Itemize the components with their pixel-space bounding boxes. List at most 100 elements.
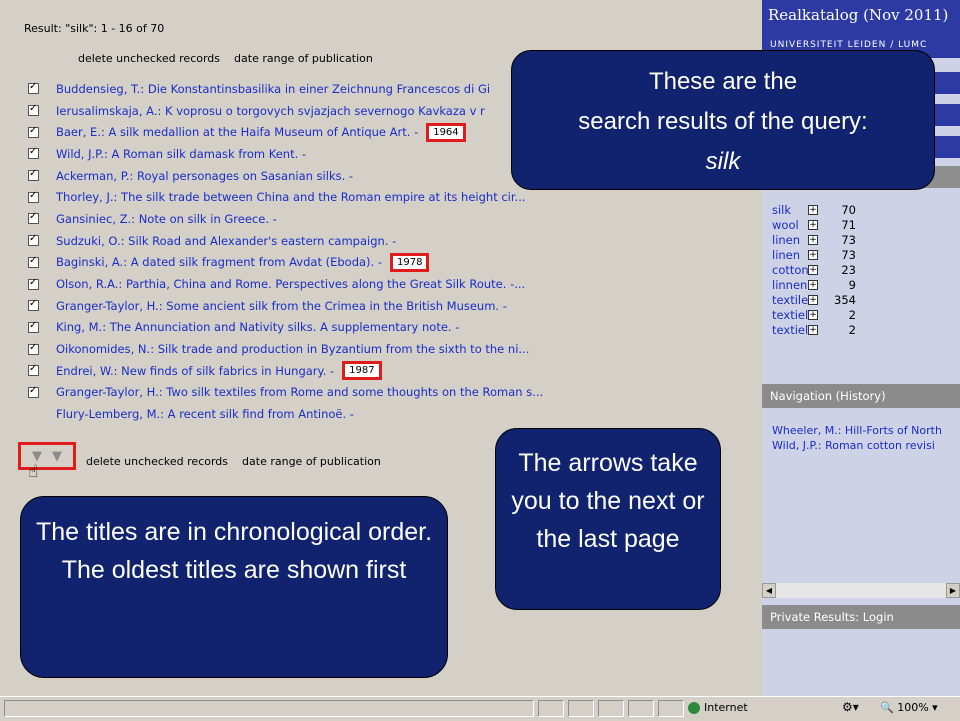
term-count: 73 <box>841 248 856 263</box>
term-link[interactable]: textiel <box>772 308 808 322</box>
status-cell-4 <box>628 700 654 717</box>
list-item: silk +70 <box>772 203 952 218</box>
callout-results-line2: search results of the query: <box>578 108 868 135</box>
history-link[interactable]: Wheeler, M.: Hill-Forts of North <box>772 424 942 439</box>
expand-plus-icon[interactable]: + <box>808 220 818 231</box>
date-range-button-bottom[interactable]: date range of publication <box>242 455 381 468</box>
status-cell-2 <box>568 700 594 717</box>
term-link[interactable]: silk <box>772 203 808 217</box>
zone-label: Internet <box>704 701 748 714</box>
record-title-link[interactable]: Granger-Taylor, H.: Some ancient silk fr… <box>56 299 507 313</box>
sidebar-horizontal-scrollbar[interactable]: ◀ ▶ <box>762 583 960 598</box>
bottom-actions: delete unchecked records date range of p… <box>86 455 381 468</box>
record-checkbox[interactable] <box>28 81 39 95</box>
record-checkbox[interactable] <box>28 385 39 398</box>
callout-arrows: The arrows take you to the next or the l… <box>495 428 721 610</box>
scroll-left-icon[interactable]: ◀ <box>762 583 776 598</box>
list-item: linen +73 <box>772 248 952 263</box>
protected-mode-icon[interactable]: ⚙▾ <box>842 700 859 714</box>
term-link[interactable]: textile <box>772 293 808 307</box>
record-title-link[interactable]: Olson, R.A.: Parthia, China and Rome. Pe… <box>56 277 525 291</box>
record-checkbox[interactable] <box>28 363 39 377</box>
record-checkbox[interactable] <box>28 298 39 312</box>
status-text-area <box>4 700 534 717</box>
last-page-arrow-icon[interactable]: ▼ <box>52 449 62 464</box>
record-checkbox[interactable] <box>28 342 39 355</box>
record-checkbox[interactable] <box>28 233 39 247</box>
expand-plus-icon[interactable]: + <box>808 324 818 335</box>
scroll-right-icon[interactable]: ▶ <box>946 583 960 598</box>
term-count: 71 <box>841 218 856 233</box>
table-row: Gansiniec, Z.: Note on silk in Greece. - <box>28 208 748 230</box>
delete-unchecked-button-top[interactable]: delete unchecked records <box>78 52 220 65</box>
callout-results-query: silk <box>705 148 741 175</box>
table-row: Oikonomides, N.: Silk trade and producti… <box>28 338 748 360</box>
callout-search-results: These are the search results of the quer… <box>511 50 935 190</box>
record-title-link[interactable]: Flury-Lemberg, M.: A recent silk find fr… <box>56 407 354 421</box>
expand-plus-icon[interactable]: + <box>808 294 818 305</box>
record-title-link[interactable]: Endrei, W.: New finds of silk fabrics in… <box>56 364 334 378</box>
browser-status-bar: Internet ⚙▾ 🔍 100% ▾ <box>0 696 960 721</box>
publication-year-badge: 1987 <box>342 361 382 381</box>
record-title-link[interactable]: Granger-Taylor, H.: Two silk textiles fr… <box>56 385 543 399</box>
term-count: 73 <box>841 233 856 248</box>
record-checkbox[interactable] <box>28 190 39 203</box>
term-link[interactable]: cotton <box>772 263 809 277</box>
term-count: 354 <box>834 292 856 307</box>
record-title-link[interactable]: Ackerman, P.: Royal personages on Sasani… <box>56 169 353 183</box>
table-row: Endrei, W.: New finds of silk fabrics in… <box>28 360 748 382</box>
record-checkbox[interactable] <box>28 255 39 268</box>
record-checkbox[interactable] <box>28 211 39 225</box>
record-checkbox[interactable] <box>28 146 39 160</box>
term-link[interactable]: linen <box>772 233 808 247</box>
record-title-link[interactable]: Thorley, J.: The silk trade between Chin… <box>56 190 526 204</box>
callout-chronological: The titles are in chronological order. T… <box>20 496 448 678</box>
term-link[interactable]: linnen <box>772 278 808 292</box>
list-item: textile +354 <box>772 292 952 307</box>
expand-plus-icon[interactable]: + <box>808 205 818 216</box>
term-count: 70 <box>841 203 856 218</box>
expand-plus-icon[interactable]: + <box>808 235 818 246</box>
record-title-link[interactable]: Sudzuki, O.: Silk Road and Alexander's e… <box>56 234 396 248</box>
publication-year-badge: 1978 <box>390 252 430 272</box>
private-results-login[interactable]: Private Results: Login <box>762 605 960 629</box>
record-checkbox[interactable] <box>28 168 39 182</box>
record-title-link[interactable]: Gansiniec, Z.: Note on silk in Greece. - <box>56 212 277 226</box>
record-checkbox[interactable] <box>28 125 39 138</box>
security-zone: Internet <box>688 701 748 714</box>
record-title-link[interactable]: Baginski, A.: A dated silk fragment from… <box>56 255 382 269</box>
record-title-link[interactable]: Ierusalimskaja, A.: K voprosu o torgovyc… <box>56 104 485 118</box>
term-count: 2 <box>848 322 856 337</box>
term-link[interactable]: textiel <box>772 323 808 337</box>
result-count-header: Result: "silk": 1 - 16 of 70 <box>24 22 165 35</box>
navigation-history-list: Wheeler, M.: Hill-Forts of North Wild, J.… <box>772 424 942 454</box>
navigation-history-header: Navigation (History) <box>762 384 960 408</box>
record-title-link[interactable]: King, M.: The Annunciation and Nativity … <box>56 320 459 334</box>
page-arrows: ▼ ▼ <box>18 442 76 470</box>
table-row: King, M.: The Annunciation and Nativity … <box>28 317 748 339</box>
record-checkbox[interactable] <box>28 277 39 290</box>
term-link[interactable]: linen <box>772 248 808 262</box>
expand-plus-icon[interactable]: + <box>808 279 818 290</box>
publication-year-badge: 1964 <box>426 122 466 142</box>
record-title-link[interactable]: Oikonomides, N.: Silk trade and producti… <box>56 342 529 356</box>
record-checkbox[interactable] <box>28 320 39 333</box>
history-link[interactable]: Wild, J.P.: Roman cotton revisi <box>772 439 942 454</box>
catalog-title: Realkatalog (Nov 2011) <box>768 6 949 24</box>
record-checkbox[interactable] <box>28 103 39 117</box>
record-title-link[interactable]: Wild, J.P.: A Roman silk damask from Ken… <box>56 147 306 161</box>
record-title-link[interactable]: Baer, E.: A silk medallion at the Haifa … <box>56 125 418 139</box>
expand-plus-icon[interactable]: + <box>808 250 818 261</box>
related-terms-list: silk +70 wool +71 linen +73 linen +73 cotton +23 l… <box>772 203 952 337</box>
expand-plus-icon[interactable]: + <box>808 265 818 275</box>
list-item: textiel +2 <box>772 307 952 322</box>
term-count: 23 <box>841 263 856 277</box>
top-actions: delete unchecked records date range of p… <box>78 52 373 65</box>
zoom-control[interactable]: 🔍 100% ▾ <box>880 701 938 714</box>
record-title-link[interactable]: Buddensieg, T.: Die Konstantinsbasilika … <box>56 82 490 96</box>
list-item: wool +71 <box>772 218 952 233</box>
date-range-button-top[interactable]: date range of publication <box>234 52 373 65</box>
expand-plus-icon[interactable]: + <box>808 309 818 320</box>
term-link[interactable]: wool <box>772 218 808 232</box>
delete-unchecked-button-bottom[interactable]: delete unchecked records <box>86 455 228 468</box>
